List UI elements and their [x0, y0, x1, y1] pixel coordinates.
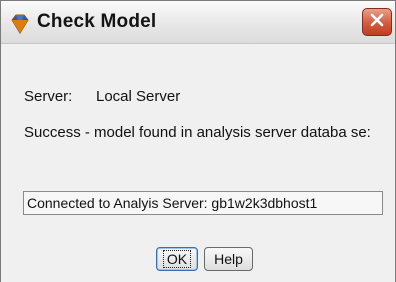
- server-value: Local Server: [96, 88, 181, 105]
- help-button-label: Help: [214, 251, 243, 267]
- dialog-body: Server: Local Server Success - model fou…: [1, 44, 395, 282]
- ok-button-label: OK: [162, 250, 192, 268]
- ok-button[interactable]: OK: [156, 247, 198, 271]
- help-button[interactable]: Help: [204, 247, 253, 271]
- gem-icon: [10, 14, 30, 34]
- close-icon: [369, 12, 385, 33]
- server-label: Server:: [24, 88, 73, 105]
- close-button[interactable]: [362, 8, 392, 36]
- connection-status-field[interactable]: Connected to Analyis Server: gb1w2k3dbho…: [23, 191, 383, 215]
- check-model-dialog: Check Model Server: Local Server Success…: [0, 0, 396, 282]
- success-message: Success - model found in analysis server…: [24, 124, 371, 141]
- title-bar[interactable]: Check Model: [1, 1, 395, 44]
- dialog-title: Check Model: [37, 11, 157, 32]
